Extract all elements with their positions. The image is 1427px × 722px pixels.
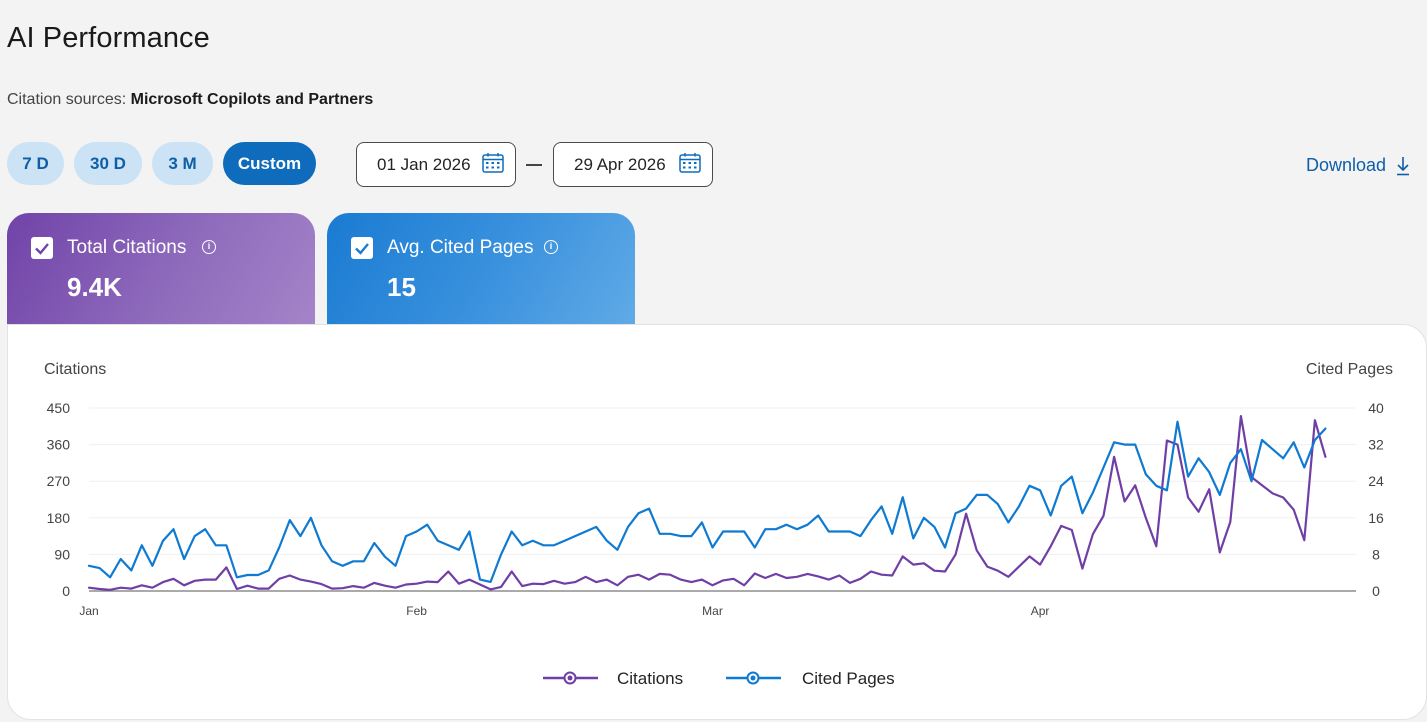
metric-card-avg-cited-pages[interactable]: Avg. Cited Pages i 15 <box>327 213 635 325</box>
chart-card: Citations Cited Pages 0 90 180 270 360 450 0 8… <box>7 324 1427 720</box>
info-icon[interactable]: i <box>544 240 558 254</box>
range-30d-button[interactable]: 30 D <box>74 142 142 185</box>
line-chart: Citations Cited Pages 0 90 180 270 360 450 0 8… <box>44 361 1393 688</box>
download-label: Download <box>1306 155 1387 175</box>
y-left-tick-label: 0 <box>62 583 70 599</box>
citation-sources-value[interactable]: Microsoft Copilots and Partners <box>131 91 374 108</box>
checkbox-checked-icon[interactable] <box>31 237 53 259</box>
legend-item-cited-pages[interactable]: Cited Pages <box>726 669 895 688</box>
page-title: AI Performance <box>7 22 210 54</box>
y-axis-right-title: Cited Pages <box>1306 361 1393 378</box>
x-tick-label: Mar <box>702 604 723 618</box>
y-left-tick-label: 450 <box>47 400 71 416</box>
y-left-tick-label: 360 <box>47 437 71 453</box>
y-right-tick-label: 32 <box>1368 437 1384 453</box>
y-right-tick-label: 8 <box>1372 546 1380 562</box>
download-button[interactable]: Download <box>1306 155 1410 176</box>
legend-label: Citations <box>617 669 683 688</box>
metric-label: Avg. Cited Pages <box>387 237 534 258</box>
info-icon[interactable]: i <box>202 240 216 254</box>
legend-item-citations[interactable]: Citations <box>543 669 683 688</box>
checkbox-checked-icon[interactable] <box>351 237 373 259</box>
metric-label: Total Citations <box>67 237 187 258</box>
calendar-icon[interactable] <box>679 153 701 173</box>
legend-label: Cited Pages <box>802 669 895 688</box>
end-date-input[interactable]: 29 Apr 2026 <box>553 142 713 187</box>
range-7d-button[interactable]: 7 D <box>7 142 64 185</box>
y-left-tick-label: 180 <box>47 510 71 526</box>
x-tick-label: Apr <box>1031 604 1050 618</box>
date-range-separator <box>526 164 542 166</box>
y-left-tick-label: 270 <box>47 473 71 489</box>
start-date-input[interactable]: 01 Jan 2026 <box>356 142 516 187</box>
x-tick-label: Jan <box>79 604 98 618</box>
x-tick-label: Feb <box>406 604 427 618</box>
chart-legend: Citations Cited Pages <box>543 669 895 688</box>
end-date-value: 29 Apr 2026 <box>574 154 666 174</box>
start-date-value: 01 Jan 2026 <box>377 154 471 174</box>
citation-sources-label: Citation sources: <box>7 91 131 108</box>
legend-marker-dot <box>750 675 756 681</box>
citation-sources: Citation sources: Microsoft Copilots and… <box>7 91 373 109</box>
metric-card-total-citations[interactable]: Total Citations i 9.4K <box>7 213 315 325</box>
download-icon <box>1397 156 1410 175</box>
legend-marker-dot <box>567 675 573 681</box>
y-left-tick-label: 90 <box>54 546 70 562</box>
y-right-tick-label: 40 <box>1368 400 1384 416</box>
range-custom-button[interactable]: Custom <box>223 142 316 185</box>
range-3m-button[interactable]: 3 M <box>152 142 213 185</box>
series-line-citations[interactable] <box>87 414 1327 591</box>
y-right-tick-label: 0 <box>1372 583 1380 599</box>
y-right-tick-label: 24 <box>1368 473 1384 489</box>
y-right-tick-label: 16 <box>1368 510 1384 526</box>
calendar-icon[interactable] <box>482 153 504 173</box>
y-axis-left-title: Citations <box>44 361 106 378</box>
metric-value: 15 <box>387 272 416 302</box>
metric-value: 9.4K <box>67 272 122 302</box>
